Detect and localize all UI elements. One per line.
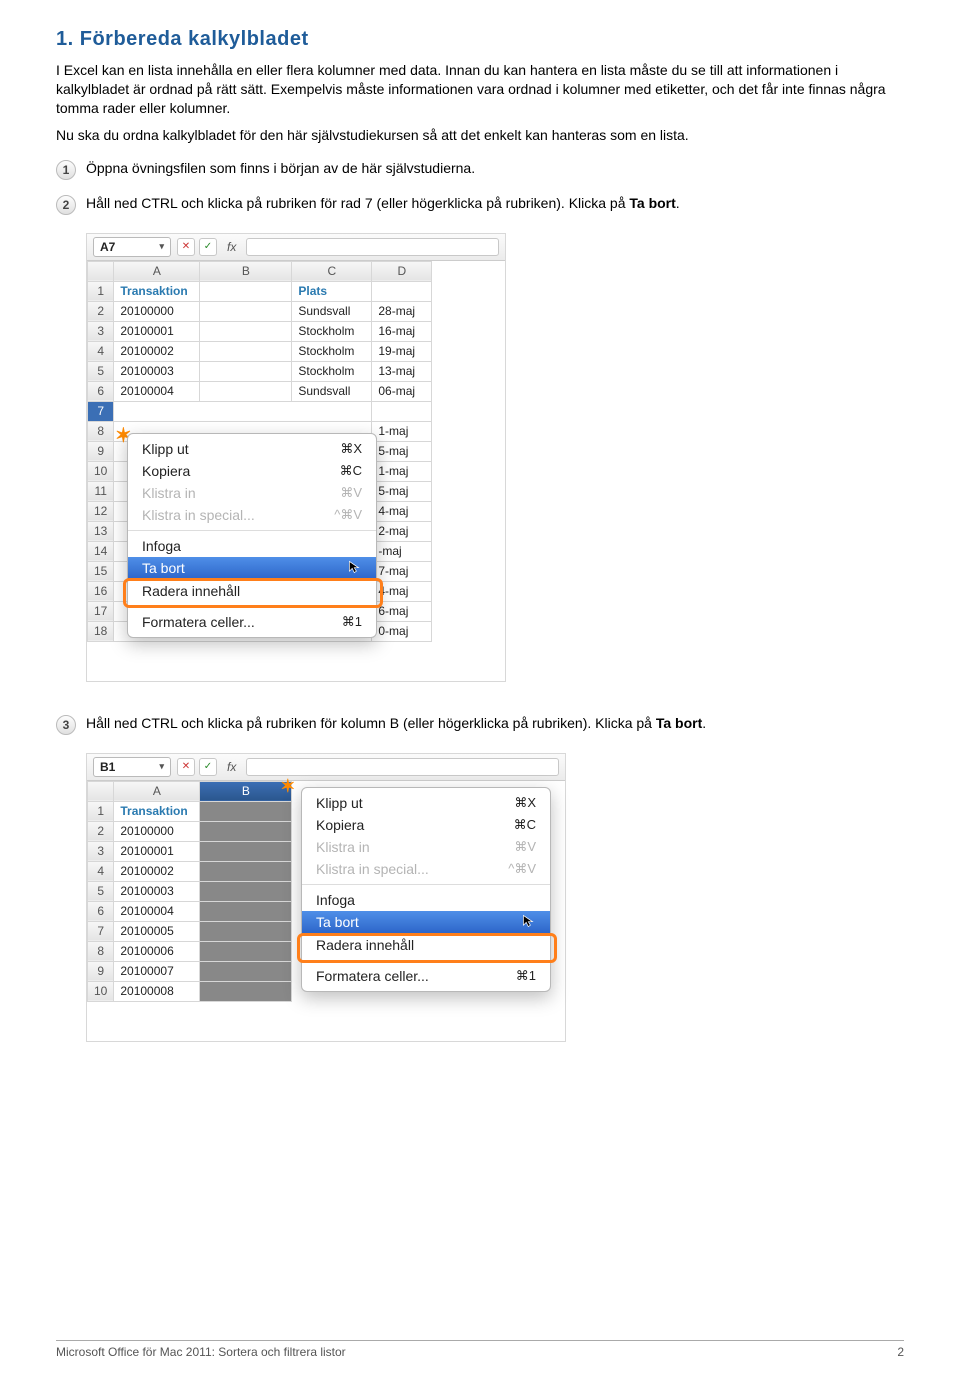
name-box[interactable]: B1 ▾ xyxy=(93,757,171,777)
step-text-1: Öppna övningsfilen som finns i början av… xyxy=(86,159,904,178)
context-menu: Klipp ut⌘X Kopiera⌘C Klistra in⌘V Klistr… xyxy=(127,433,377,638)
menu-item-insert[interactable]: Infoga xyxy=(302,889,550,911)
menu-item-clear[interactable]: Radera innehåll xyxy=(128,580,376,602)
column-header-row: A B ✶ xyxy=(88,781,292,801)
menu-separator xyxy=(302,884,550,885)
col-header-D[interactable]: D xyxy=(372,261,432,281)
table-row: 320100001Stockholm16-maj xyxy=(88,321,432,341)
cell[interactable] xyxy=(372,281,432,301)
table-row: 920100007 xyxy=(88,961,292,981)
menu-item-delete[interactable]: Ta bort xyxy=(128,557,376,580)
table-row: 220100000Sundsvall28-maj xyxy=(88,301,432,321)
cursor-icon xyxy=(348,560,362,577)
row-header[interactable]: 1 xyxy=(88,281,114,301)
cell[interactable] xyxy=(200,281,292,301)
spreadsheet-grid-2[interactable]: A B ✶ 1Transaktion 220100000 320100001 4… xyxy=(87,781,292,1002)
col-header-A[interactable]: A xyxy=(114,261,200,281)
name-box-value: A7 xyxy=(100,240,115,254)
menu-separator xyxy=(128,530,376,531)
cell[interactable]: Transaktion xyxy=(114,281,200,301)
menu-item-format-cells[interactable]: Formatera celler...⌘1 xyxy=(128,611,376,633)
menu-item-paste-special[interactable]: Klistra in special...^⌘V xyxy=(128,504,376,526)
step-bullet-3: 3 xyxy=(56,715,76,735)
step-2-post: . xyxy=(676,195,680,211)
table-row: 1020100008 xyxy=(88,981,292,1001)
menu-item-clear[interactable]: Radera innehåll xyxy=(302,934,550,956)
table-row: 520100003Stockholm13-maj xyxy=(88,361,432,381)
menu-item-paste-special[interactable]: Klistra in special...^⌘V xyxy=(302,858,550,880)
step-3-pre: Håll ned CTRL och klicka på rubriken för… xyxy=(86,715,656,731)
step-1: 1 Öppna övningsfilen som finns i början … xyxy=(56,159,904,180)
row-header-selected[interactable]: 7 xyxy=(88,401,114,421)
formula-bar: B1 ▾ ✕ ✓ fx xyxy=(87,754,565,781)
col-header-B-selected[interactable]: B ✶ xyxy=(200,781,292,801)
name-box[interactable]: A7 ▾ xyxy=(93,237,171,257)
table-row: 420100002 xyxy=(88,861,292,881)
page-footer: Microsoft Office för Mac 2011: Sortera o… xyxy=(56,1340,904,1359)
select-all-corner[interactable] xyxy=(88,781,114,801)
table-row: 420100002Stockholm19-maj xyxy=(88,341,432,361)
screenshot-column-delete: B1 ▾ ✕ ✓ fx A B ✶ 1Transaktion 220100000… xyxy=(86,753,566,1042)
step-3: 3 Håll ned CTRL och klicka på rubriken f… xyxy=(56,714,904,735)
col-header-B[interactable]: B xyxy=(200,261,292,281)
menu-separator xyxy=(128,606,376,607)
chevron-down-icon: ▾ xyxy=(159,761,164,772)
table-row: 1Transaktion xyxy=(88,801,292,821)
menu-item-copy[interactable]: Kopiera⌘C xyxy=(128,460,376,482)
menu-item-paste[interactable]: Klistra in⌘V xyxy=(302,836,550,858)
name-box-value: B1 xyxy=(100,760,115,774)
chevron-down-icon: ▾ xyxy=(159,241,164,252)
table-row: 620100004 xyxy=(88,901,292,921)
step-2: 2 Håll ned CTRL och klicka på rubriken f… xyxy=(56,194,904,215)
formula-input[interactable] xyxy=(246,238,499,256)
menu-separator xyxy=(302,960,550,961)
col-header-A[interactable]: A xyxy=(114,781,200,801)
page-title: 1. Förbereda kalkylbladet xyxy=(56,28,904,51)
column-header-row: A B C D xyxy=(88,261,432,281)
intro-paragraph-1: I Excel kan en lista innehålla en eller … xyxy=(56,61,904,118)
step-bullet-2: 2 xyxy=(56,195,76,215)
table-row: 220100000 xyxy=(88,821,292,841)
step-2-pre: Håll ned CTRL och klicka på rubriken för… xyxy=(86,195,629,211)
footer-title: Microsoft Office för Mac 2011: Sortera o… xyxy=(56,1345,346,1359)
confirm-formula-button[interactable]: ✓ xyxy=(199,758,217,776)
menu-item-paste[interactable]: Klistra in⌘V xyxy=(128,482,376,504)
menu-item-copy[interactable]: Kopiera⌘C xyxy=(302,814,550,836)
fx-label: fx xyxy=(223,760,240,774)
table-row: 720100005 xyxy=(88,921,292,941)
table-row: 520100003 xyxy=(88,881,292,901)
formula-bar: A7 ▾ ✕ ✓ fx xyxy=(87,234,505,261)
table-row: 620100004Sundsvall06-maj xyxy=(88,381,432,401)
menu-item-cut[interactable]: Klipp ut⌘X xyxy=(128,438,376,460)
menu-item-format-cells[interactable]: Formatera celler...⌘1 xyxy=(302,965,550,987)
select-all-corner[interactable] xyxy=(88,261,114,281)
col-header-C[interactable]: C xyxy=(292,261,372,281)
intro-paragraph-2: Nu ska du ordna kalkylbladet för den här… xyxy=(56,126,904,145)
page-number: 2 xyxy=(897,1345,904,1359)
step-2-bold: Ta bort xyxy=(629,195,675,211)
cell[interactable]: Plats xyxy=(292,281,372,301)
table-row: 820100006 xyxy=(88,941,292,961)
fx-label: fx xyxy=(223,240,240,254)
step-text-2: Håll ned CTRL och klicka på rubriken för… xyxy=(86,194,904,213)
cursor-icon xyxy=(522,914,536,931)
context-menu: Klipp ut⌘X Kopiera⌘C Klistra in⌘V Klistr… xyxy=(301,787,551,992)
formula-input[interactable] xyxy=(246,758,559,776)
cancel-formula-button[interactable]: ✕ xyxy=(177,238,195,256)
star-annotation-icon: ✶ xyxy=(280,776,295,797)
step-bullet-1: 1 xyxy=(56,160,76,180)
confirm-formula-button[interactable]: ✓ xyxy=(199,238,217,256)
menu-item-delete[interactable]: Ta bort xyxy=(302,911,550,934)
screenshot-row-delete: A7 ▾ ✕ ✓ fx A B C D 1 Transaktion Plats xyxy=(86,233,506,682)
table-row: 320100001 xyxy=(88,841,292,861)
cancel-formula-button[interactable]: ✕ xyxy=(177,758,195,776)
step-3-post: . xyxy=(702,715,706,731)
step-text-3: Håll ned CTRL och klicka på rubriken för… xyxy=(86,714,904,733)
step-3-bold: Ta bort xyxy=(656,715,702,731)
menu-item-insert[interactable]: Infoga xyxy=(128,535,376,557)
menu-item-cut[interactable]: Klipp ut⌘X xyxy=(302,792,550,814)
table-row: 1 Transaktion Plats xyxy=(88,281,432,301)
table-row: 7 xyxy=(88,401,432,421)
